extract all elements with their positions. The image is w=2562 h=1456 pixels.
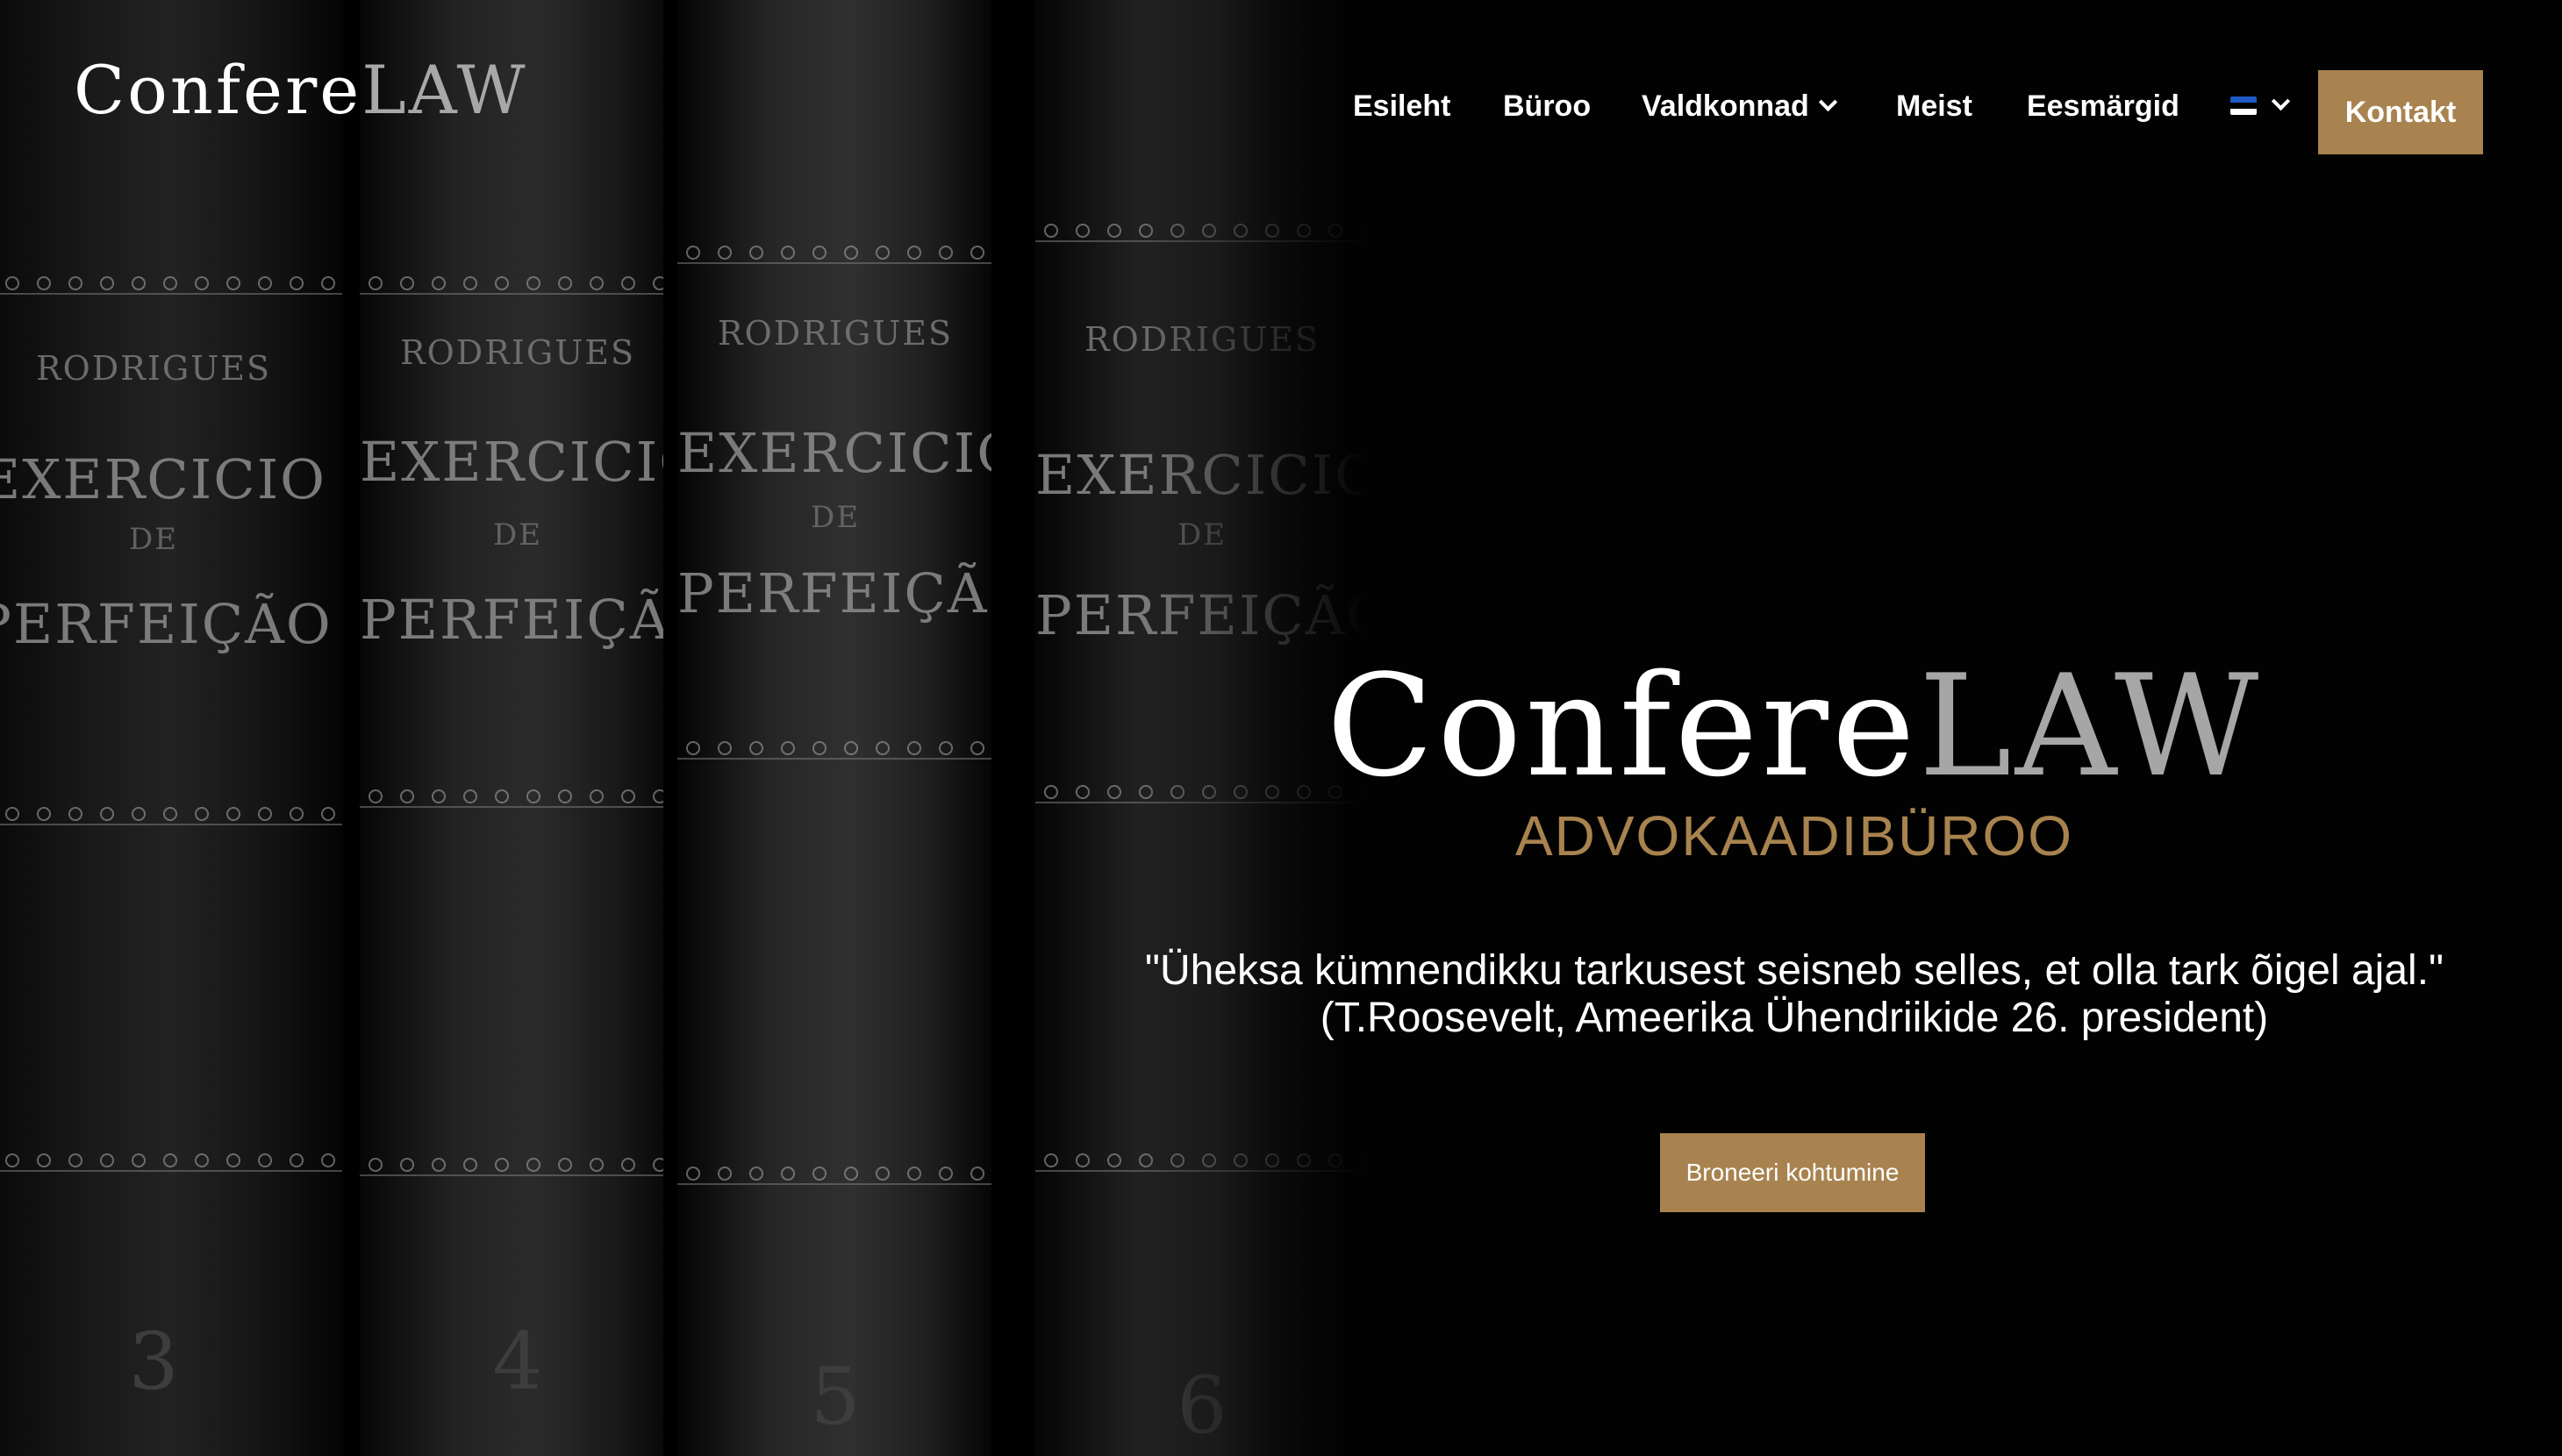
quote-text: "Üheksa kümnendikku tarkusest seisneb se… [1144, 947, 2444, 994]
nav-item-meist[interactable]: Meist [1896, 89, 1972, 124]
chevron-down-icon [2271, 91, 2291, 111]
book-author: RODRIGUES [399, 333, 635, 372]
nav-item-buroo[interactable]: Büroo [1503, 89, 1591, 124]
site-logo[interactable]: ConfereLAW [74, 51, 528, 129]
nav-item-valdkonnad[interactable]: Valdkonnad [1642, 89, 1837, 124]
book-meeting-button[interactable]: Broneeri kohtumine [1660, 1133, 1925, 1212]
book-spine-3: RODRIGUES EXERCICIO DE PERFEIÇÃO 5 [677, 0, 993, 1456]
book-title: EXERCICIO [677, 421, 993, 485]
nav-item-eesmargid[interactable]: Eesmärgid [2027, 89, 2179, 124]
hero-title-confere: Confere [1326, 644, 1919, 808]
main-navigation: Esileht Büroo Valdkonnad Meist Eesmärgid… [1316, 70, 2483, 154]
chevron-down-icon [1818, 92, 1837, 112]
book-author: RODRIGUES [35, 349, 271, 388]
hero-quote: "Üheksa kümnendikku tarkusest seisneb se… [1000, 947, 2562, 1042]
hero-subtitle: ADVOKAADIBÜROO [1514, 804, 2074, 867]
language-switcher[interactable] [2230, 89, 2301, 125]
book-title: DE [810, 500, 861, 535]
book-number: 3 [128, 1316, 179, 1408]
book-title: PERFEIÇÃO [360, 588, 676, 652]
logo-text-law: LAW [361, 51, 528, 129]
book-title: PERFEIÇÃO [677, 561, 993, 625]
book-title: DE [128, 522, 179, 557]
hero-title-law: LAW [1918, 644, 2263, 808]
book-author: RODRIGUES [717, 314, 953, 353]
nav-item-valdkonnad-label: Valdkonnad [1642, 89, 1809, 123]
book-title: EXERCICIO [0, 447, 327, 511]
book-number: 4 [492, 1316, 543, 1408]
page: RODRIGUES EXERCICIO DE PERFEIÇÃO 3 RODRI… [0, 0, 2562, 1456]
hero-title: ConfereLAW [1088, 656, 2501, 796]
logo-text-confere: Confere [74, 51, 362, 129]
book-spine-1: RODRIGUES EXERCICIO DE PERFEIÇÃO 3 [0, 0, 342, 1456]
quote-attribution: (T.Roosevelt, Ameerika Ühendriikide 26. … [1320, 995, 2269, 1041]
book-number: 5 [810, 1351, 861, 1443]
book-title: PERFEIÇÃO [0, 592, 333, 656]
contact-button[interactable]: Kontakt [2318, 70, 2483, 154]
book-title: EXERCICIO [360, 430, 676, 494]
book-title: DE [492, 517, 543, 553]
book-spine-2: RODRIGUES EXERCICIO DE PERFEIÇÃO 4 [360, 0, 676, 1456]
estonian-flag-icon [2230, 96, 2257, 115]
nav-item-esileht[interactable]: Esileht [1353, 89, 1450, 124]
